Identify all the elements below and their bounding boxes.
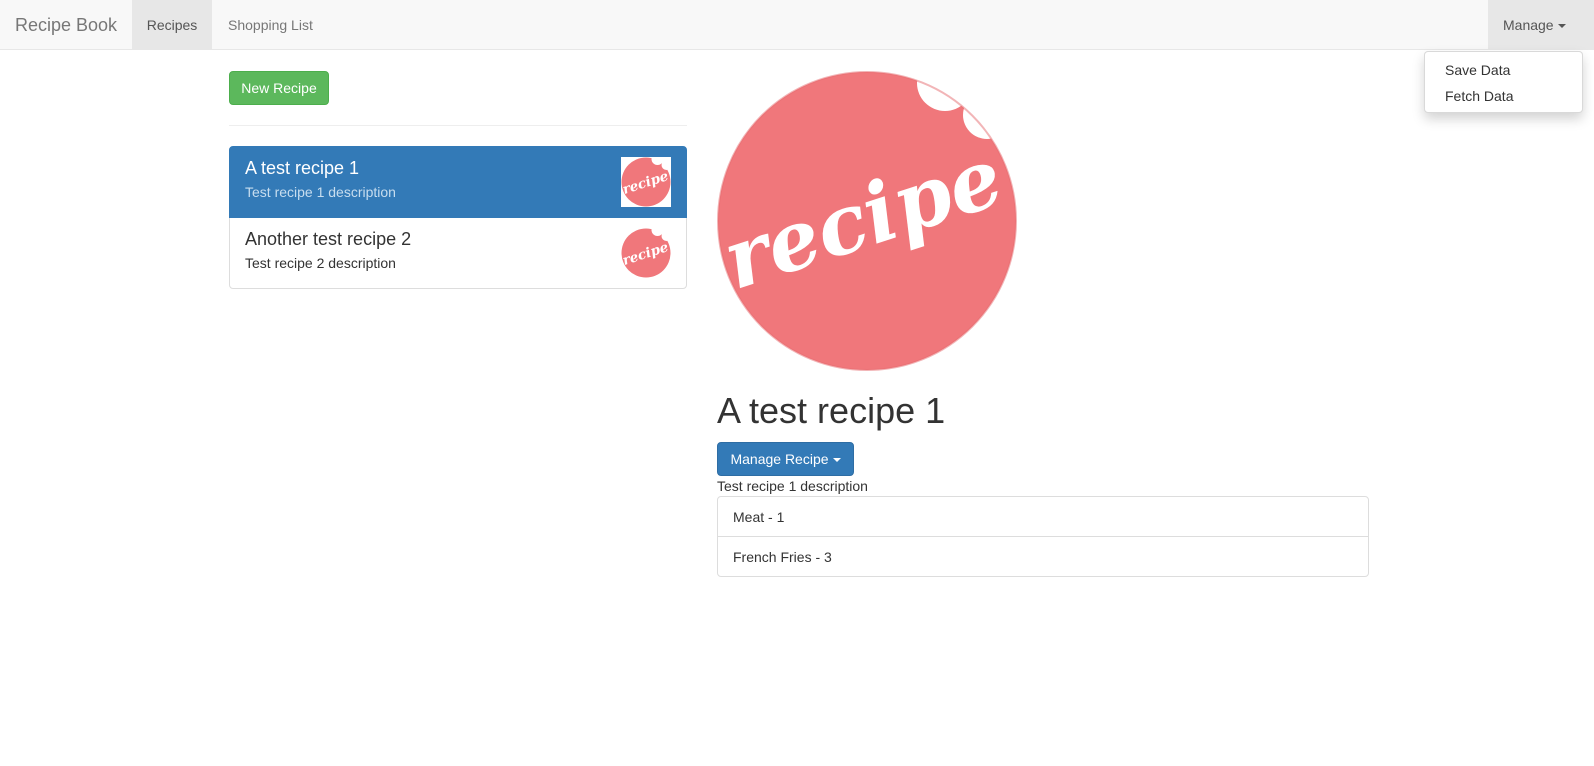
recipe-logo-icon: recipe [712, 55, 1017, 371]
manage-dropdown-menu: Save Data Fetch Data [1424, 51, 1583, 113]
recipe-name: A test recipe 1 [245, 158, 360, 178]
recipe-thumbnail: recipe [621, 153, 672, 207]
recipe-list-item[interactable]: Another test recipe 2 Test recipe 2 desc… [229, 217, 687, 289]
recipe-description: Test recipe 2 description [245, 255, 396, 271]
caret-down-icon [832, 458, 841, 463]
ingredient-item: Meat - 1 [717, 496, 1369, 537]
recipe-logo-icon: recipe [621, 153, 672, 207]
recipe-list: A test recipe 1 Test recipe 1 descriptio… [229, 146, 687, 289]
manage-recipe-button[interactable]: Manage Recipe [717, 442, 854, 476]
ingredient-list: Meat - 1 French Fries - 3 [717, 496, 1369, 577]
manage-recipe-label: Manage Recipe [730, 451, 829, 467]
fetch-data-menu-item[interactable]: Fetch Data [1425, 83, 1582, 109]
recipe-thumbnail: recipe [621, 224, 672, 278]
recipe-description: Test recipe 1 description [717, 478, 868, 494]
recipe-description: Test recipe 1 description [245, 184, 396, 200]
recipe-title: A test recipe 1 [717, 390, 946, 431]
manage-dropdown-toggle[interactable]: Manage [1488, 0, 1594, 49]
recipe-image: recipe [712, 55, 1017, 371]
brand-link[interactable]: Recipe Book [15, 0, 117, 50]
navbar: Recipe Book Recipes Shopping List Manage [0, 0, 1594, 50]
recipe-name: Another test recipe 2 [245, 229, 412, 249]
divider [229, 125, 687, 126]
nav-item-recipes[interactable]: Recipes [132, 0, 212, 49]
manage-label: Manage [1503, 17, 1554, 33]
recipe-logo-icon: recipe [621, 224, 672, 278]
recipe-list-item[interactable]: A test recipe 1 Test recipe 1 descriptio… [229, 146, 687, 218]
save-data-menu-item[interactable]: Save Data [1425, 57, 1582, 83]
new-recipe-button[interactable]: New Recipe [229, 71, 329, 105]
ingredient-item: French Fries - 3 [717, 536, 1369, 577]
caret-down-icon [1557, 24, 1566, 29]
nav-item-shopping-list[interactable]: Shopping List [213, 0, 328, 49]
